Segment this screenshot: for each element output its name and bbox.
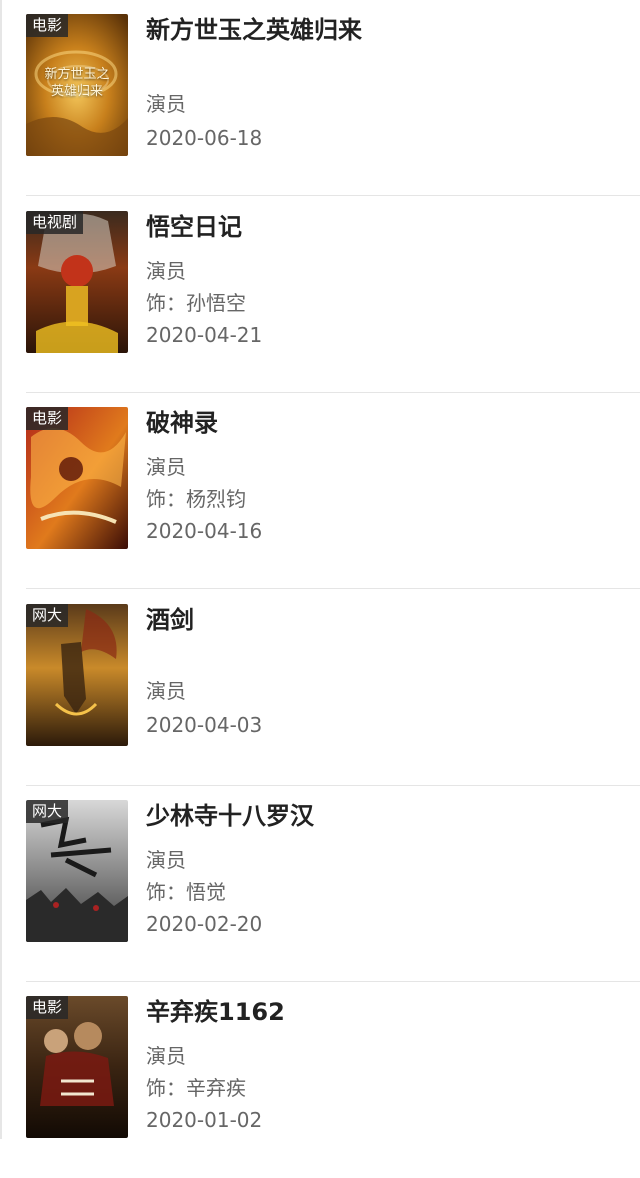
character-text: 饰：悟觉 [146, 880, 226, 904]
film-poster[interactable]: 电影 [26, 996, 128, 1138]
film-poster[interactable]: 新方世玉之 英雄归来 电影 [26, 14, 128, 156]
role-text: 演员 [146, 259, 186, 283]
film-poster[interactable]: 网大 [26, 800, 128, 942]
film-title[interactable]: 悟空日记 [146, 211, 242, 243]
film-list-item[interactable]: 电影 辛弃疾1162 演员 饰：辛弃疾 2020-01-02 [0, 982, 640, 1178]
character-text: 饰：辛弃疾 [146, 1076, 246, 1100]
role-text: 演员 [146, 1044, 186, 1068]
film-title[interactable]: 少林寺十八罗汉 [146, 800, 314, 832]
film-poster[interactable]: 电视剧 [26, 211, 128, 353]
release-date: 2020-01-02 [146, 1108, 263, 1132]
role-text: 演员 [146, 679, 186, 703]
release-date: 2020-04-03 [146, 713, 263, 737]
film-title[interactable]: 酒剑 [146, 604, 194, 636]
film-list-item[interactable]: 电影 破神录 演员 饰：杨烈钧 2020-04-16 [0, 393, 640, 589]
character-text: 饰：孙悟空 [146, 291, 246, 315]
role-text: 演员 [146, 848, 186, 872]
film-title[interactable]: 新方世玉之英雄归来 [146, 14, 362, 46]
film-title[interactable]: 辛弃疾1162 [146, 996, 285, 1028]
film-title[interactable]: 破神录 [146, 407, 218, 439]
category-badge: 网大 [26, 800, 69, 823]
category-badge: 网大 [26, 604, 69, 627]
release-date: 2020-02-20 [146, 912, 263, 936]
category-badge: 电影 [26, 996, 69, 1019]
divider [26, 195, 640, 196]
film-list-item[interactable]: 网大 少林寺十八罗汉 演员 饰：悟觉 2020-02-20 [0, 786, 640, 982]
release-date: 2020-04-21 [146, 323, 263, 347]
role-text: 演员 [146, 92, 186, 116]
category-badge: 电影 [26, 407, 69, 430]
category-badge: 电影 [26, 14, 69, 37]
poster-caption: 新方世玉之 英雄归来 [44, 67, 110, 99]
film-poster[interactable]: 电影 [26, 407, 128, 549]
role-text: 演员 [146, 455, 186, 479]
film-list-item[interactable]: 电视剧 悟空日记 演员 饰：孙悟空 2020-04-21 [0, 197, 640, 393]
film-list-item[interactable]: 新方世玉之 英雄归来 电影 新方世玉之英雄归来 演员 2020-06-18 [0, 0, 640, 196]
film-poster[interactable]: 网大 [26, 604, 128, 746]
category-badge: 电视剧 [26, 211, 84, 234]
divider [26, 588, 640, 589]
release-date: 2020-04-16 [146, 519, 263, 543]
film-list-item[interactable]: 网大 酒剑 演员 2020-04-03 [0, 590, 640, 786]
character-text: 饰：杨烈钧 [146, 487, 246, 511]
release-date: 2020-06-18 [146, 126, 263, 150]
